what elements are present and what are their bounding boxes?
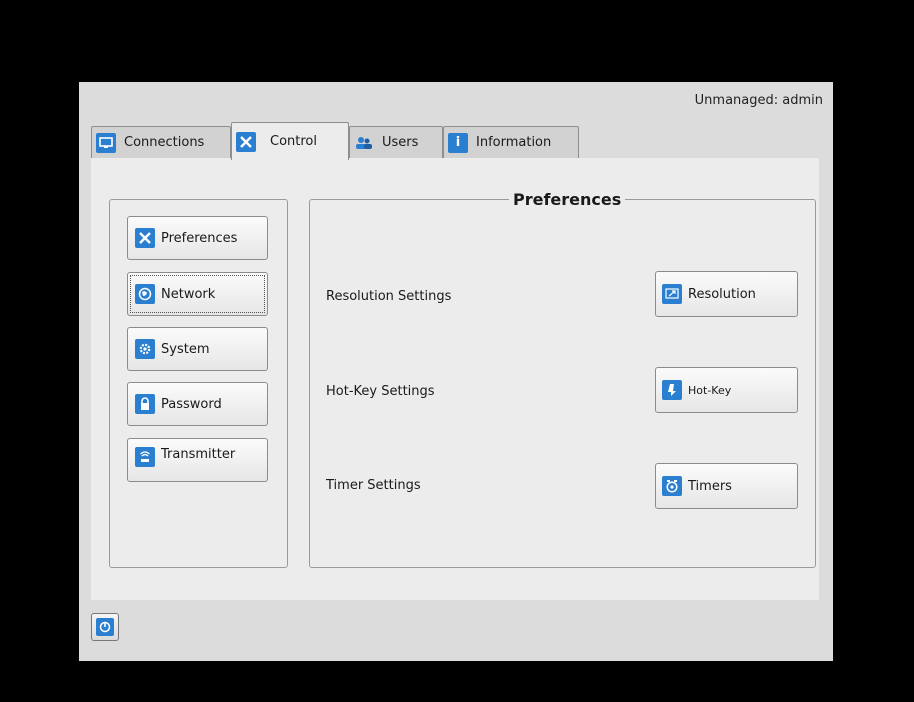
sidebar-item-password[interactable]: Password bbox=[127, 382, 268, 426]
resolution-button[interactable]: Resolution bbox=[655, 271, 798, 317]
button-label: Hot-Key bbox=[688, 383, 732, 397]
hotkey-button[interactable]: Hot-Key bbox=[655, 367, 798, 413]
content-panel: Preferences Network System Password Tran… bbox=[91, 158, 819, 600]
gear-icon bbox=[135, 339, 155, 359]
tools-icon bbox=[236, 131, 256, 152]
sidebar-item-system[interactable]: System bbox=[127, 327, 268, 371]
tab-label: Information bbox=[476, 135, 552, 150]
sidebar: Preferences Network System Password Tran… bbox=[109, 199, 288, 568]
power-icon bbox=[96, 618, 114, 636]
sidebar-item-label: System bbox=[161, 341, 210, 357]
tab-users[interactable]: Users bbox=[349, 126, 443, 158]
main-window: Unmanaged: admin Connections Control Use… bbox=[79, 82, 833, 661]
timer-icon bbox=[662, 476, 682, 496]
tools-icon bbox=[135, 228, 155, 248]
hotkey-icon bbox=[662, 380, 682, 400]
sidebar-item-label: Password bbox=[161, 396, 222, 412]
sidebar-item-preferences[interactable]: Preferences bbox=[127, 216, 268, 260]
sidebar-item-transmitter[interactable]: Transmitter bbox=[127, 438, 268, 482]
resolution-icon bbox=[662, 284, 682, 304]
tab-information[interactable]: i Information bbox=[443, 126, 579, 158]
user-status: Unmanaged: admin bbox=[694, 93, 823, 108]
sidebar-item-network[interactable]: Network bbox=[127, 272, 268, 316]
tab-label: Connections bbox=[124, 135, 205, 150]
tab-label: Control bbox=[270, 134, 317, 149]
monitor-icon bbox=[96, 132, 116, 153]
globe-icon bbox=[135, 284, 155, 304]
info-icon: i bbox=[448, 132, 468, 153]
tab-connections[interactable]: Connections bbox=[91, 126, 231, 158]
preferences-group: Preferences Resolution Settings Resoluti… bbox=[309, 190, 816, 568]
tab-control[interactable]: Control bbox=[231, 122, 349, 160]
sidebar-item-label: Preferences bbox=[161, 230, 238, 246]
hotkey-settings-label: Hot-Key Settings bbox=[326, 384, 435, 399]
lock-icon bbox=[135, 394, 155, 414]
transmitter-icon bbox=[135, 447, 155, 467]
timer-settings-label: Timer Settings bbox=[326, 478, 421, 493]
resolution-settings-label: Resolution Settings bbox=[326, 289, 452, 304]
button-label: Timers bbox=[688, 478, 732, 494]
users-icon bbox=[354, 133, 374, 153]
power-button[interactable] bbox=[91, 613, 119, 641]
group-title: Preferences bbox=[509, 190, 626, 209]
sidebar-item-label: Network bbox=[161, 286, 216, 302]
tab-label: Users bbox=[382, 135, 419, 150]
timers-button[interactable]: Timers bbox=[655, 463, 798, 509]
button-label: Resolution bbox=[688, 286, 756, 302]
sidebar-item-label: Transmitter bbox=[161, 447, 236, 462]
